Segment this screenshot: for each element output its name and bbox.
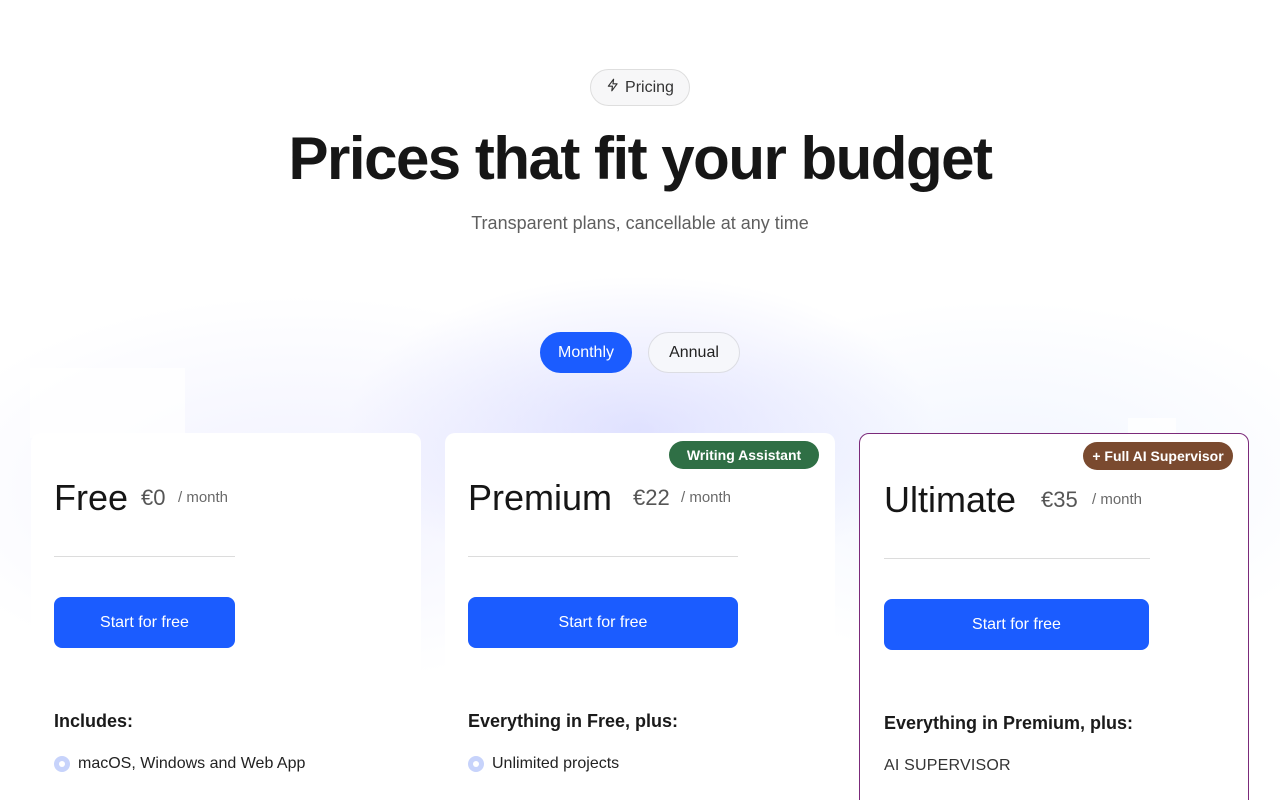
plan-price: €0	[141, 485, 166, 510]
page-title: Prices that fit your budget	[288, 125, 993, 192]
billing-toggle-monthly[interactable]: Monthly	[540, 332, 632, 373]
background-shape	[30, 368, 185, 438]
plan-name: Ultimate	[884, 479, 1017, 520]
plan-name: Free	[54, 477, 129, 518]
page-subtitle: Transparent plans, cancellable at any ti…	[471, 213, 809, 233]
features-title: Everything in Free, plus:	[468, 711, 679, 731]
feature-label: Unlimited projects	[492, 755, 620, 772]
plan-card-premium: Writing Assistant Premium €22 / month St…	[445, 433, 835, 800]
divider	[468, 556, 738, 557]
plan-name: Premium	[468, 477, 613, 518]
feature-label: macOS, Windows and Web App	[78, 755, 306, 772]
plan-period: / month	[681, 489, 732, 506]
plan-price: €22	[633, 485, 670, 510]
plan-period: / month	[1092, 491, 1143, 508]
features-title: Everything in Premium, plus:	[884, 713, 1134, 733]
plan-period: / month	[178, 489, 229, 506]
plan-price: €35	[1041, 487, 1078, 512]
bullet-icon	[468, 756, 484, 772]
bullet-icon	[54, 756, 70, 772]
divider	[884, 558, 1150, 559]
start-for-free-button[interactable]: Start for free	[54, 597, 235, 648]
billing-toggle-annual[interactable]: Annual	[648, 332, 740, 373]
pricing-pill-label: Pricing	[625, 78, 674, 96]
features-title: Includes:	[54, 711, 134, 731]
plan-badge: + Full AI Supervisor	[1083, 442, 1233, 470]
plan-card-free: Free €0 / month Start for free Includes:…	[31, 433, 421, 800]
feature-item: AI SUPERVISOR	[884, 757, 1011, 774]
feature-item: macOS, Windows and Web App	[54, 755, 305, 773]
plan-badge: Writing Assistant	[669, 441, 819, 469]
lightning-icon	[606, 78, 620, 97]
divider	[54, 556, 235, 557]
pricing-pill: Pricing	[590, 69, 690, 106]
feature-item: Unlimited projects	[468, 755, 619, 773]
plan-card-ultimate: + Full AI Supervisor Ultimate €35 / mont…	[859, 433, 1249, 800]
start-for-free-button[interactable]: Start for free	[884, 599, 1149, 650]
start-for-free-button[interactable]: Start for free	[468, 597, 738, 648]
